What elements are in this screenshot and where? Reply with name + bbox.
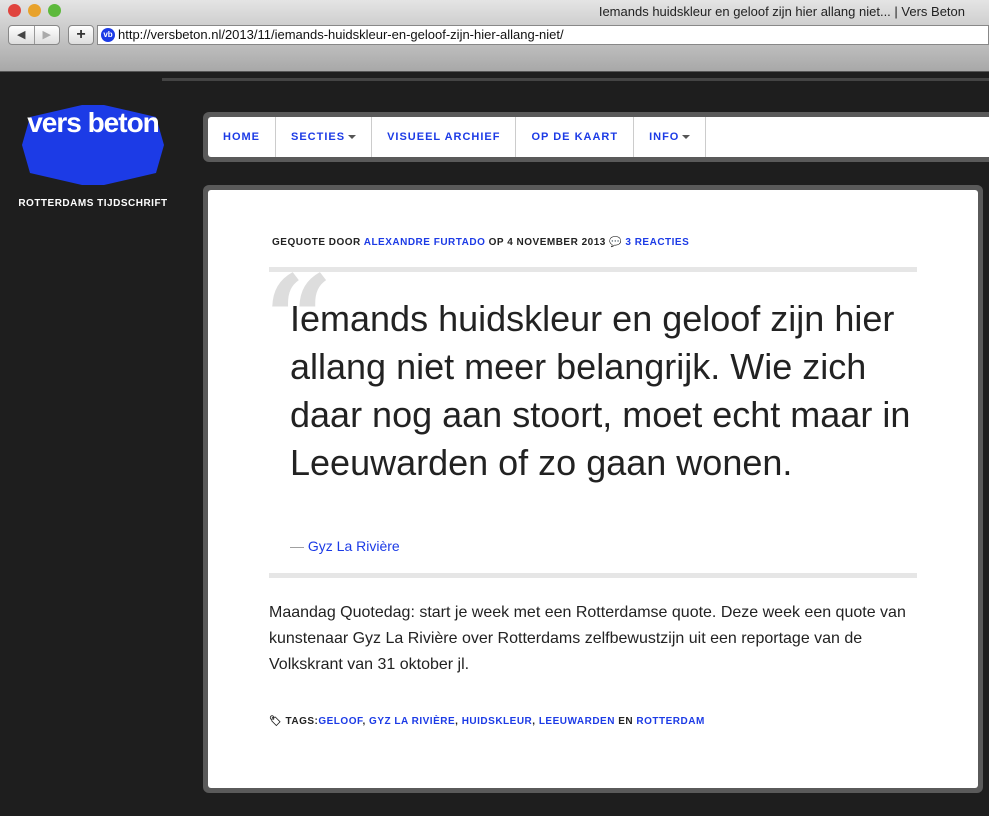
comments-link[interactable]: 3 REACTIES (625, 237, 689, 248)
post-card: GEQUOTE DOOR ALEXANDRE FURTADO OP 4 NOVE… (203, 185, 983, 793)
divider (269, 267, 917, 272)
url-text: http://versbeton.nl/2013/11/iemands-huid… (118, 27, 564, 42)
tag-link[interactable]: GYZ LA RIVIÈRE (369, 716, 455, 727)
nav-label: VISUEEL ARCHIEF (387, 131, 501, 143)
add-bookmark-button[interactable]: + (68, 25, 94, 45)
caret-down-icon (682, 135, 691, 140)
post-meta: GEQUOTE DOOR ALEXANDRE FURTADO OP 4 NOVE… (272, 237, 689, 248)
tag-link[interactable]: HUIDSKLEUR (462, 716, 533, 727)
favicon-icon: vb (101, 28, 115, 42)
quote-text: Iemands huidskleur en geloof zijn hier a… (290, 298, 911, 483)
cite-dash: — (290, 538, 304, 554)
browser-chrome: Iemands huidskleur en geloof zijn hier a… (0, 0, 989, 72)
nav-label: HOME (223, 131, 260, 143)
tag-icon: 🏷 (269, 716, 283, 727)
divider (269, 573, 917, 578)
nav-home[interactable]: HOME (208, 117, 276, 157)
tag-link[interactable]: GELOOF (318, 716, 362, 727)
back-button[interactable]: ◀ (9, 26, 35, 44)
main-nav: HOME SECTIES VISUEEL ARCHIEF OP DE KAART… (203, 112, 989, 162)
nav-op-de-kaart[interactable]: OP DE KAART (516, 117, 635, 157)
tag-link[interactable]: LEEUWARDEN (539, 716, 615, 727)
caret-down-icon (348, 135, 357, 140)
meta-prefix: GEQUOTE DOOR (272, 237, 361, 248)
post-tags: 🏷 TAGS:GELOOF, GYZ LA RIVIÈRE, HUIDSKLEU… (269, 716, 705, 727)
close-window-button[interactable] (8, 4, 21, 17)
site-tagline: ROTTERDAMS TIJDSCHRIFT (18, 198, 168, 209)
divider (162, 78, 989, 81)
comment-icon: 💬 (609, 237, 623, 248)
tags-and: EN (618, 716, 634, 727)
tag-link[interactable]: ROTTERDAM (636, 716, 704, 727)
author-link[interactable]: ALEXANDRE FURTADO (364, 237, 486, 248)
nav-info[interactable]: INFO (634, 117, 707, 157)
nav-secties[interactable]: SECTIES (276, 117, 373, 157)
forward-button[interactable]: ▶ (35, 26, 60, 44)
cite-link[interactable]: Gyz La Rivière (308, 538, 400, 554)
tags-label: TAGS: (285, 716, 319, 727)
nav-label: OP DE KAART (531, 131, 619, 143)
post-body: Maandag Quotedag: start je week met een … (269, 604, 906, 673)
nav-label: SECTIES (291, 131, 346, 143)
window-title: Iemands huidskleur en geloof zijn hier a… (598, 4, 965, 19)
quote-citation: — Gyz La Rivière (290, 538, 400, 554)
minimize-window-button[interactable] (28, 4, 41, 17)
nav-visueel-archief[interactable]: VISUEEL ARCHIEF (372, 117, 517, 157)
site-logo[interactable]: vers beton (22, 108, 164, 137)
zoom-window-button[interactable] (48, 4, 61, 17)
nav-label: INFO (649, 131, 680, 143)
address-bar[interactable]: vb http://versbeton.nl/2013/11/iemands-hu… (97, 25, 989, 45)
post-date: OP 4 NOVEMBER 2013 (488, 237, 606, 248)
